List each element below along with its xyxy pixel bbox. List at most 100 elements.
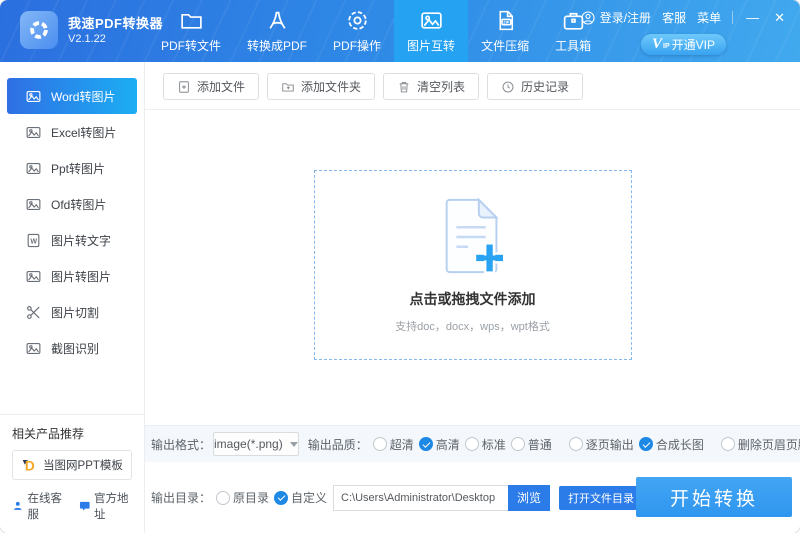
radio-checked-icon bbox=[274, 491, 288, 505]
trash-icon bbox=[397, 80, 411, 94]
option-remove-header-footer[interactable]: 删除页眉页脚 bbox=[721, 436, 800, 453]
sidebar-list: Word转图片 Excel转图片 Ppt转图片 Ofd转图片 图片转文字 bbox=[0, 62, 144, 366]
folder-icon bbox=[179, 8, 204, 33]
customer-service-link[interactable]: 客服 bbox=[662, 9, 686, 26]
add-folder-icon bbox=[281, 80, 295, 94]
app-logo bbox=[20, 11, 58, 49]
format-label: 输出格式： bbox=[151, 436, 211, 453]
sidebar-item-word-to-image[interactable]: Word转图片 bbox=[7, 78, 137, 114]
file-list-area: 点击或拖拽文件添加 支持doc，docx，wps，wpt格式 bbox=[145, 110, 800, 425]
quality-option-standard[interactable]: 标准 bbox=[465, 436, 506, 453]
image-icon bbox=[25, 196, 42, 213]
tab-label: 工具箱 bbox=[555, 37, 591, 54]
svg-text:D: D bbox=[25, 458, 35, 473]
recommend-heading: 相关产品推荐 bbox=[12, 425, 132, 442]
add-folder-button[interactable]: 添加文件夹 bbox=[267, 73, 375, 100]
main-panel: 添加文件 添加文件夹 清空列表 历史记录 bbox=[145, 62, 800, 533]
sidebar-links: 在线客服 官方地址 bbox=[12, 490, 132, 522]
close-icon[interactable]: ✕ bbox=[772, 11, 787, 24]
app-window: 我速PDF转换器 V2.1.22 PDF转文件 转换成PDF PDF操作 图片互… bbox=[0, 0, 800, 533]
open-vip-button[interactable]: VIP开通VIP bbox=[641, 34, 726, 55]
official-site-link[interactable]: 官方地址 bbox=[79, 490, 133, 522]
browse-button[interactable]: 浏览 bbox=[508, 485, 550, 511]
pinwheel-icon bbox=[28, 19, 50, 41]
dropzone-title: 点击或拖拽文件添加 bbox=[410, 289, 536, 309]
tab-label: 转换成PDF bbox=[247, 37, 307, 54]
tab-image-convert[interactable]: 图片互转 bbox=[394, 0, 468, 62]
quality-option-hd[interactable]: 高清 bbox=[419, 436, 460, 453]
sidebar-item-image-to-image[interactable]: 图片转图片 bbox=[0, 258, 144, 294]
login-register-link[interactable]: 登录/注册 bbox=[580, 9, 651, 26]
minimize-icon[interactable]: — bbox=[744, 11, 761, 24]
radio-checked-icon bbox=[639, 437, 653, 451]
image-icon bbox=[419, 8, 444, 33]
tab-label: PDF操作 bbox=[333, 37, 381, 54]
radio-unchecked-icon bbox=[216, 491, 230, 505]
option-per-page-output[interactable]: 逐页输出 bbox=[569, 436, 634, 453]
online-service-link[interactable]: 在线客服 bbox=[12, 490, 66, 522]
radio-unchecked-icon bbox=[465, 437, 479, 451]
tab-label: 图片互转 bbox=[407, 37, 455, 54]
app-version: V2.1.22 bbox=[68, 33, 106, 45]
dropzone-formats: 支持doc，docx，wps，wpt格式 bbox=[395, 318, 550, 334]
history-button[interactable]: 历史记录 bbox=[487, 73, 583, 100]
chevron-down-icon bbox=[290, 442, 298, 447]
sidebar-item-image-split[interactable]: 图片切割 bbox=[0, 294, 144, 330]
tab-pdf-operations[interactable]: PDF操作 bbox=[320, 0, 394, 62]
vip-logo: V bbox=[652, 36, 662, 53]
image-icon bbox=[25, 160, 42, 177]
image-icon bbox=[25, 268, 42, 285]
sidebar-item-screenshot-ocr[interactable]: 截图识别 bbox=[0, 330, 144, 366]
dir-option-custom[interactable]: 自定义 bbox=[274, 489, 327, 506]
scissors-icon bbox=[25, 304, 42, 321]
chat-bubble-icon bbox=[79, 499, 91, 513]
person-icon bbox=[12, 499, 24, 513]
radio-unchecked-icon bbox=[373, 437, 387, 451]
sidebar-item-image-to-text[interactable]: 图片转文字 bbox=[0, 222, 144, 258]
main-nav: PDF转文件 转换成PDF PDF操作 图片互转 文件压缩 工具箱 bbox=[148, 0, 604, 62]
quality-label: 输出品质： bbox=[308, 436, 368, 453]
sidebar-item-ppt-to-image[interactable]: Ppt转图片 bbox=[0, 150, 144, 186]
radio-checked-icon bbox=[419, 437, 433, 451]
output-directory-bar: 输出目录： 原目录 自定义 浏览 打开文件目录 开始转换 bbox=[145, 462, 800, 533]
open-directory-button[interactable]: 打开文件目录 bbox=[559, 486, 643, 510]
product-banner[interactable]: D 当图网PPT模板 bbox=[12, 450, 132, 480]
tab-label: PDF转文件 bbox=[161, 37, 221, 54]
image-icon bbox=[25, 88, 42, 105]
clock-icon bbox=[501, 80, 515, 94]
tab-pdf-to-file[interactable]: PDF转文件 bbox=[148, 0, 234, 62]
output-path-input[interactable] bbox=[333, 485, 508, 511]
doc-w-icon bbox=[25, 232, 42, 249]
quality-option-normal[interactable]: 普通 bbox=[511, 436, 552, 453]
format-dropdown[interactable]: image(*.png) bbox=[213, 432, 299, 456]
dir-option-source[interactable]: 原目录 bbox=[216, 489, 269, 506]
image-icon bbox=[25, 340, 42, 357]
option-merge-long-image[interactable]: 合成长图 bbox=[639, 436, 704, 453]
toolbar: 添加文件 添加文件夹 清空列表 历史记录 bbox=[145, 62, 800, 110]
radio-unchecked-icon bbox=[511, 437, 525, 451]
tab-convert-to-pdf[interactable]: 转换成PDF bbox=[234, 0, 320, 62]
menu-link[interactable]: 菜单 bbox=[697, 9, 721, 26]
titlebar-controls: 登录/注册 客服 菜单 — ✕ bbox=[580, 9, 787, 26]
output-dir-label: 输出目录： bbox=[151, 489, 211, 506]
acrobat-icon bbox=[265, 8, 290, 33]
td-logo-icon: D bbox=[21, 457, 38, 474]
clear-list-button[interactable]: 清空列表 bbox=[383, 73, 479, 100]
add-file-button[interactable]: 添加文件 bbox=[163, 73, 259, 100]
divider bbox=[732, 11, 733, 24]
quality-option-ultra[interactable]: 超清 bbox=[373, 436, 414, 453]
add-document-icon bbox=[437, 196, 509, 276]
sidebar: Word转图片 Excel转图片 Ppt转图片 Ofd转图片 图片转文字 bbox=[0, 62, 145, 533]
sidebar-item-excel-to-image[interactable]: Excel转图片 bbox=[0, 114, 144, 150]
sidebar-footer: 相关产品推荐 D 当图网PPT模板 在线客服 官方地址 bbox=[0, 414, 144, 533]
file-dropzone[interactable]: 点击或拖拽文件添加 支持doc，docx，wps，wpt格式 bbox=[314, 170, 632, 360]
gear-icon bbox=[345, 8, 370, 33]
tab-file-compress[interactable]: 文件压缩 bbox=[468, 0, 542, 62]
sidebar-item-ofd-to-image[interactable]: Ofd转图片 bbox=[0, 186, 144, 222]
app-body: Word转图片 Excel转图片 Ppt转图片 Ofd转图片 图片转文字 bbox=[0, 62, 800, 533]
tab-label: 文件压缩 bbox=[481, 37, 529, 54]
start-convert-button[interactable]: 开始转换 bbox=[636, 477, 792, 517]
add-file-icon bbox=[177, 80, 191, 94]
radio-unchecked-icon bbox=[721, 437, 735, 451]
image-icon bbox=[25, 124, 42, 141]
